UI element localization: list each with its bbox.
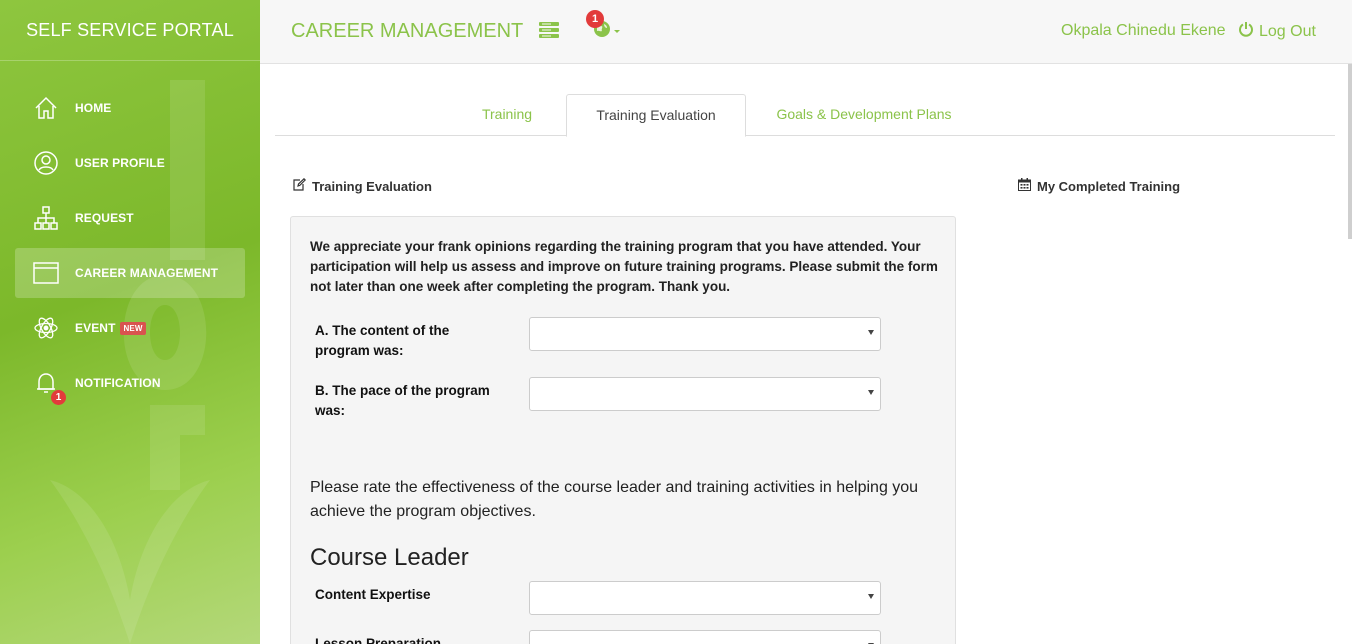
power-icon [1238, 21, 1259, 42]
sidebar-nav: HOME USER PROFILE REQUEST CAREER MANAGEM… [15, 83, 245, 413]
question-b-label: B. The pace of the program was: [315, 383, 490, 418]
rate-instructions: Please rate the effectiveness of the cou… [310, 479, 919, 520]
notifications-dropdown[interactable]: 1 [586, 10, 623, 43]
select-caret-icon [868, 330, 874, 335]
select-caret-icon [868, 594, 874, 599]
new-badge: NEW [119, 321, 147, 335]
completed-training-heading-text: My Completed Training [1037, 178, 1181, 194]
sidebar-item-request[interactable]: REQUEST [15, 193, 245, 243]
course-leader-heading: Course Leader [310, 544, 469, 571]
event-label: EVENT [75, 320, 116, 335]
question-a-label: A. The content of the program was: [315, 323, 450, 358]
sidebar-item-home[interactable]: HOME [15, 83, 245, 133]
intro-text: We appreciate your frank opinions regard… [310, 239, 938, 294]
evaluation-form-panel: We appreciate your frank opinions regard… [290, 216, 956, 644]
logout-label: Log Out [1259, 22, 1316, 40]
page-scrollbar[interactable] [1348, 64, 1352, 239]
header-notification-badge: 1 [586, 10, 604, 28]
top-header: CAREER MANAGEMENT 1 Okpala Chinedu Ekene… [260, 0, 1352, 64]
home-icon [29, 93, 63, 123]
window-icon [29, 258, 63, 288]
training-evaluation-heading-text: Training Evaluation [312, 178, 432, 194]
content-expertise-select[interactable] [529, 581, 881, 615]
question-b-select[interactable] [529, 377, 881, 411]
chevron-down-icon [611, 23, 623, 41]
tab-bar: Training Training Evaluation Goals & Dev… [275, 94, 1335, 137]
main-content: Training Training Evaluation Goals & Dev… [260, 64, 1352, 644]
select-caret-icon [868, 390, 874, 395]
tab-training[interactable]: Training [447, 94, 567, 136]
user-circle-icon [29, 148, 63, 178]
sidebar-item-label: HOME [75, 101, 112, 115]
edit-icon [292, 177, 312, 194]
completed-training-heading: My Completed Training [1018, 178, 1180, 194]
sidebar-item-label: USER PROFILE [75, 156, 165, 170]
sidebar-item-notification[interactable]: 1 NOTIFICATION [15, 358, 245, 408]
sidebar-item-career-management[interactable]: CAREER MANAGEMENT [15, 248, 245, 298]
lesson-preparation-label: Lesson Preparation [315, 636, 442, 644]
training-evaluation-heading: Training Evaluation [292, 177, 432, 194]
tab-goals-development-plans[interactable]: Goals & Development Plans [755, 94, 973, 136]
sidebar-item-event[interactable]: EVENT NEW [15, 303, 245, 353]
content-expertise-label: Content Expertise [315, 587, 431, 602]
sidebar: SELF SERVICE PORTAL HOME USER PROFILE RE… [0, 0, 260, 644]
atom-icon [29, 313, 63, 343]
sidebar-item-label: REQUEST [75, 211, 134, 225]
sidebar-item-user-profile[interactable]: USER PROFILE [15, 138, 245, 188]
page-title: CAREER MANAGEMENT [291, 20, 524, 42]
sidebar-item-label: CAREER MANAGEMENT [75, 266, 219, 280]
menu-toggle-icon[interactable] [539, 21, 559, 44]
calendar-icon [1018, 178, 1037, 194]
lesson-preparation-select[interactable] [529, 630, 881, 644]
notification-count-badge: 1 [51, 390, 66, 405]
sitemap-icon [29, 203, 63, 233]
question-a-select[interactable] [529, 317, 881, 351]
sidebar-item-label: EVENT NEW [75, 320, 147, 336]
portal-brand: SELF SERVICE PORTAL [0, 0, 260, 61]
tab-training-evaluation[interactable]: Training Evaluation [566, 94, 746, 137]
sidebar-item-label: NOTIFICATION [75, 376, 161, 390]
user-name[interactable]: Okpala Chinedu Ekene [1061, 22, 1226, 40]
logout-button[interactable]: Log Out [1238, 21, 1316, 42]
